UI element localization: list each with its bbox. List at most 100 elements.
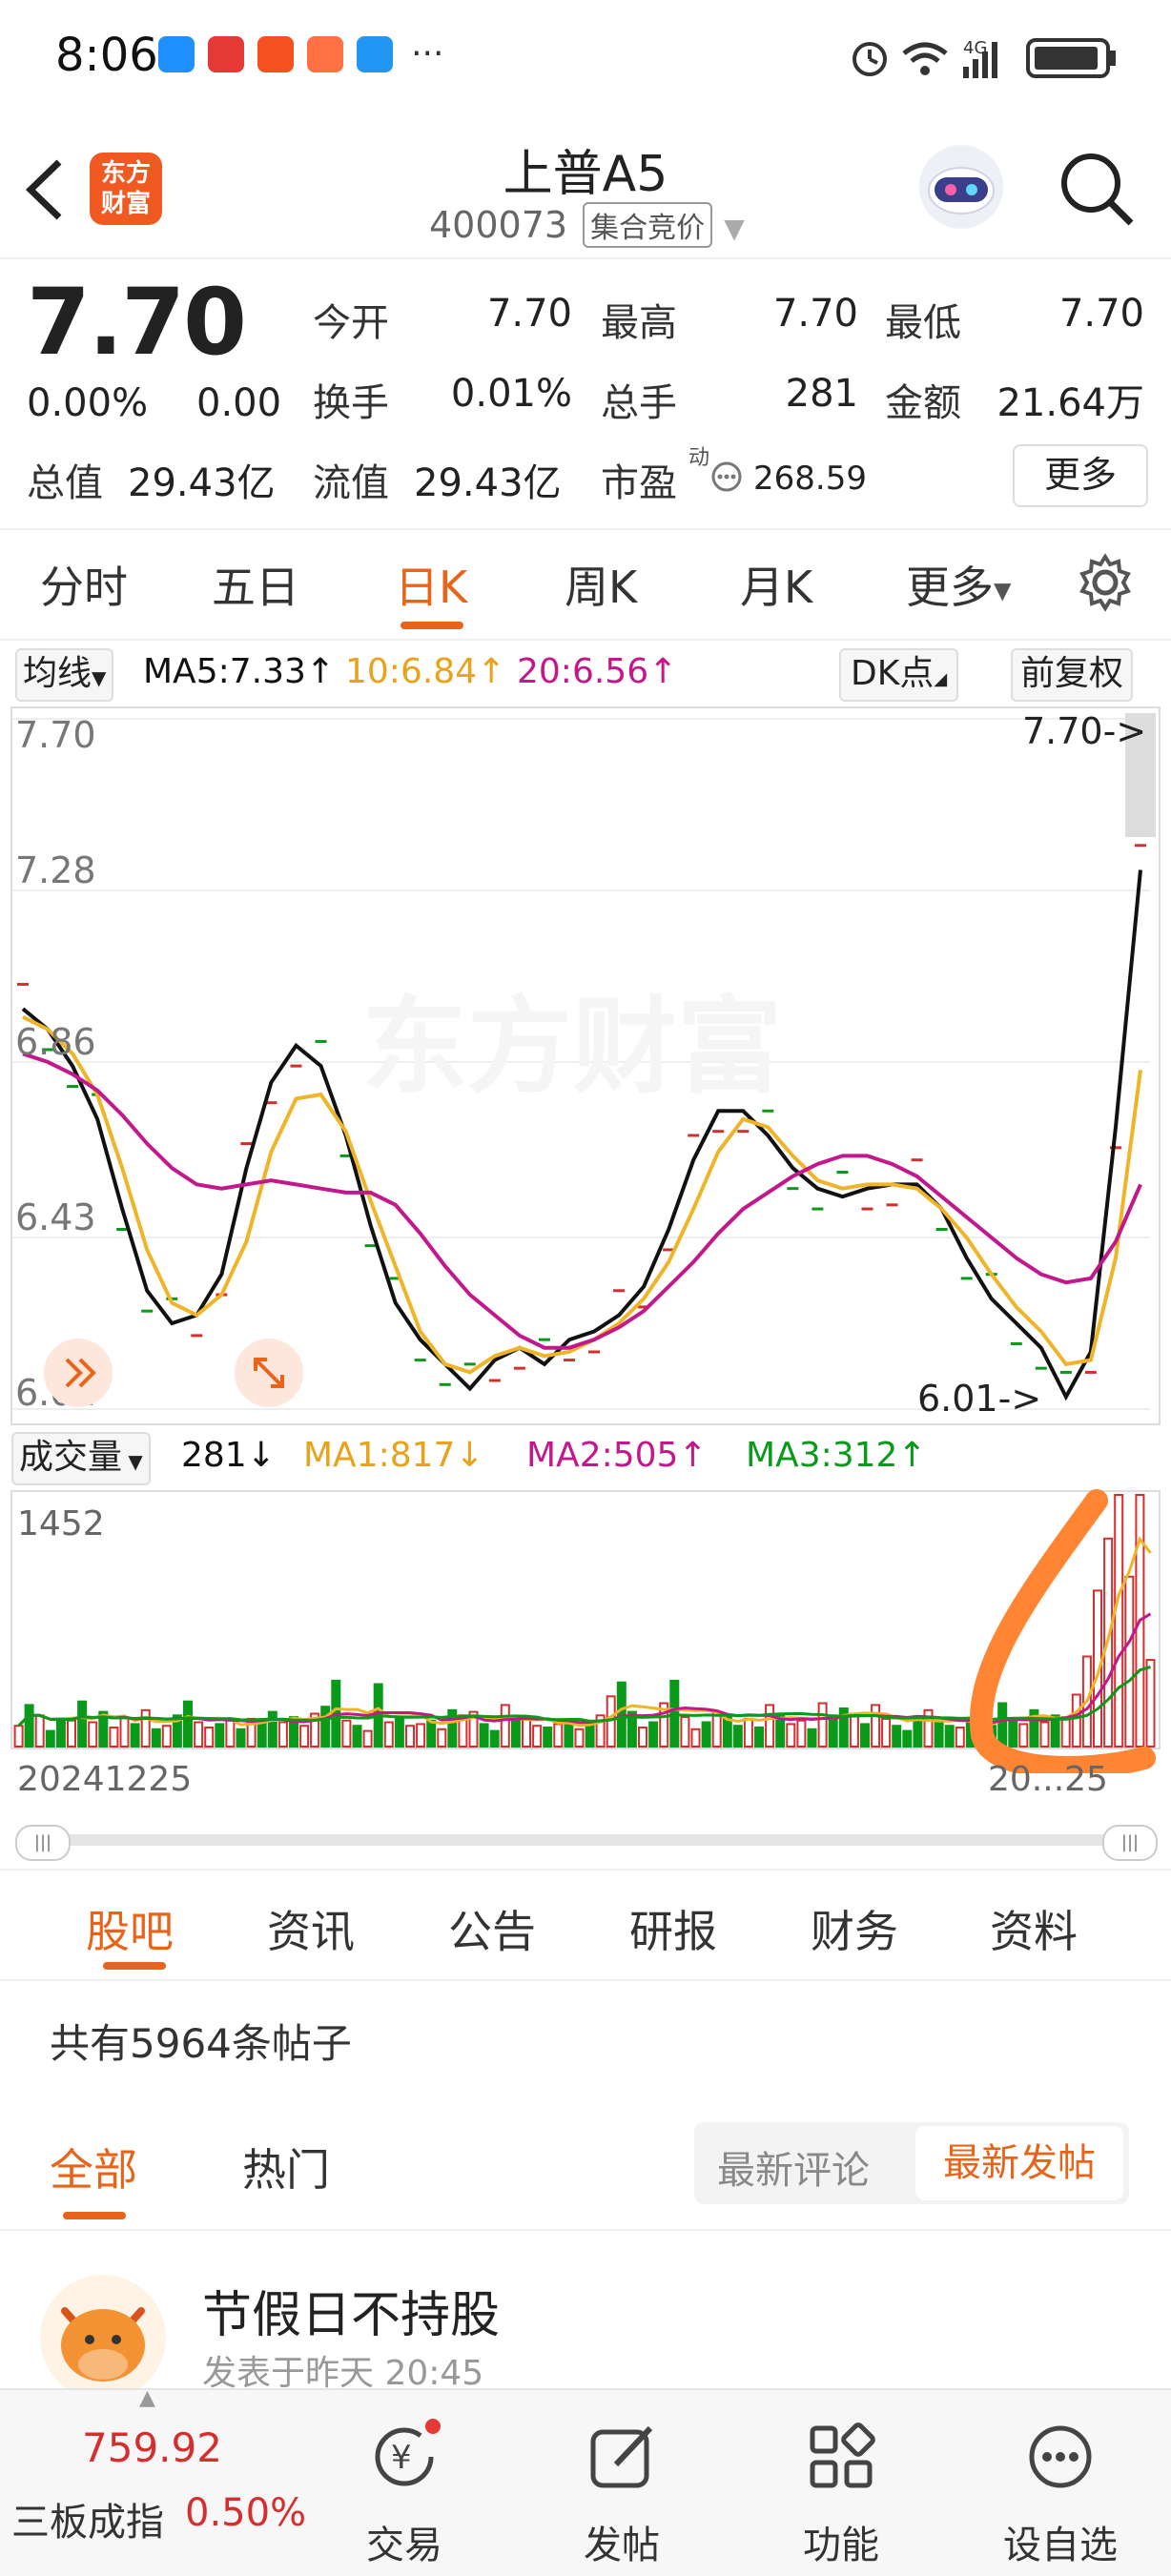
volume-bar (807, 1728, 817, 1748)
subtab-all[interactable]: 全部 (50, 2136, 137, 2198)
dk-point-button[interactable]: DK点◢ (839, 648, 959, 702)
trade-mode-badge: 集合竞价 (583, 202, 713, 248)
open-label: 今开 (313, 301, 389, 345)
fullscreen-icon[interactable] (235, 1339, 303, 1407)
ma10-legend: 10:6.84↑ (345, 652, 506, 691)
volume-bar (690, 1728, 701, 1748)
sort-latest-comment[interactable]: 最新评论 (717, 2139, 870, 2195)
subtab-hot[interactable]: 热门 (242, 2136, 330, 2198)
stock-code: 400073 (429, 204, 568, 246)
volume-bar (1039, 1721, 1050, 1748)
volume-bar (362, 1729, 373, 1748)
volume-bar (130, 1723, 140, 1748)
divider (0, 2229, 1171, 2231)
volume-bar (616, 1681, 627, 1748)
tab-research[interactable]: 研报 (629, 1897, 717, 1960)
hello-app-icon (158, 35, 195, 72)
volume-bar (765, 1704, 775, 1748)
tab-more[interactable]: 更多▼ (906, 553, 1011, 616)
gear-icon[interactable] (1076, 553, 1135, 612)
tab-intraday[interactable]: 分时 (40, 553, 128, 616)
forward-adjust-button[interactable]: 前复权 (1011, 648, 1134, 702)
yuan-trade-icon: ¥ (375, 2419, 441, 2486)
volume-bar (416, 1723, 426, 1748)
market-cap-label: 总值 (27, 461, 103, 505)
tab-profile[interactable]: 资料 (990, 1897, 1078, 1960)
tab-weekly-k[interactable]: 周K (565, 553, 637, 616)
volume-bar (225, 1719, 236, 1748)
clock: 8:06 (55, 29, 158, 82)
expand-left-icon[interactable] (44, 1339, 113, 1407)
nav-post[interactable]: 发帖 (545, 2419, 698, 2569)
y-tick-label: 7.70 (15, 714, 96, 756)
volume-bar (13, 1725, 24, 1748)
volume-label: 总手 (601, 381, 677, 425)
sort-latest-post[interactable]: 最新发帖 (915, 2126, 1123, 2200)
volume-bar (828, 1714, 838, 1748)
tab-five-day[interactable]: 五日 (212, 553, 299, 616)
nav-functions[interactable]: 功能 (765, 2419, 917, 2569)
alarm-icon (853, 42, 887, 76)
volume-bar (194, 1721, 204, 1748)
more-button[interactable]: 更多 (1013, 444, 1148, 507)
tab-monthly-k[interactable]: 月K (740, 553, 812, 616)
volume-bar (67, 1719, 76, 1748)
svg-text:¥: ¥ (391, 2439, 412, 2477)
user-avatar[interactable] (38, 2273, 168, 2402)
volume-bar (510, 1719, 521, 1748)
current-price: 7.70 (27, 269, 247, 376)
stock-header: 东方 财富 上普A5 400073 集合竞价 ▼ (0, 114, 1171, 259)
bottom-nav: ▲ 759.92 三板成指 0.50% ¥ 交易 发帖 功能 设自选 (0, 2386, 1171, 2576)
caret-down-icon[interactable]: ▼ (724, 213, 745, 244)
range-handle-left[interactable]: ||| (15, 1825, 71, 1861)
tab-announcements[interactable]: 公告 (448, 1897, 536, 1960)
range-handle-right[interactable]: ||| (1102, 1825, 1158, 1861)
index-change[interactable]: 0.50% (185, 2491, 306, 2535)
y-tick-label: 6.86 (15, 1021, 96, 1063)
volume-bar (236, 1728, 246, 1748)
ma-indicator-select[interactable]: 均线▼ (15, 648, 114, 702)
nav-add-watchlist[interactable]: 设自选 (984, 2419, 1137, 2569)
volume-bar (109, 1727, 119, 1748)
volume-bar (754, 1727, 764, 1748)
volume-bar (532, 1725, 543, 1748)
market-cap-value: 29.43亿 (128, 461, 276, 505)
nav-label: 交易 (366, 2524, 442, 2567)
min-price-marker: 6.01-> (917, 1378, 1041, 1420)
volume-indicator-select[interactable]: 成交量 ▼ (11, 1432, 151, 1485)
volume-bar (543, 1727, 553, 1748)
float-cap-label: 流值 (313, 461, 389, 505)
tab-guba[interactable]: 股吧 (86, 1897, 174, 1960)
robot-assistant-icon[interactable] (915, 139, 1007, 235)
weather-app-icon (357, 35, 393, 72)
volume-bar (479, 1723, 489, 1748)
volume-value-legend: 281↓ (181, 1436, 276, 1475)
edit-post-icon (590, 2425, 653, 2488)
volume-bar (638, 1727, 647, 1748)
caret-up-icon[interactable]: ▲ (139, 2386, 155, 2410)
open-value: 7.70 (486, 292, 572, 336)
range-scrollbar[interactable] (19, 1834, 1154, 1846)
index-name[interactable]: 三板成指 (11, 2491, 164, 2546)
volume-bar (892, 1725, 902, 1748)
tab-finance[interactable]: 财务 (811, 1897, 898, 1960)
volume-bar (522, 1716, 531, 1748)
kline-chart[interactable]: 东方财富 7.707.286.866.436.01 7.70-> 6.01-> (0, 702, 1171, 1426)
nav-trade[interactable]: ¥ 交易 (328, 2419, 481, 2569)
post-title[interactable]: 节假日不持股 (202, 2275, 500, 2346)
y-tick-label: 7.28 (15, 849, 96, 891)
grid-apps-icon (810, 2423, 875, 2488)
tab-news[interactable]: 资讯 (267, 1897, 355, 1960)
volume-bar (871, 1704, 881, 1748)
low-value: 7.70 (1058, 292, 1144, 336)
index-value[interactable]: 759.92 (82, 2424, 222, 2471)
info-circle-icon[interactable] (709, 460, 744, 494)
search-icon[interactable] (1057, 149, 1137, 229)
turnover-value: 0.01% (450, 372, 572, 416)
volume-chart[interactable]: 1452 (0, 1487, 1171, 1773)
tab-daily-k[interactable]: 日K (395, 553, 467, 616)
volume-bar (405, 1725, 415, 1748)
divider (0, 1869, 1171, 1871)
notification-icons: ··· (158, 34, 443, 73)
volume-bar (257, 1719, 267, 1748)
